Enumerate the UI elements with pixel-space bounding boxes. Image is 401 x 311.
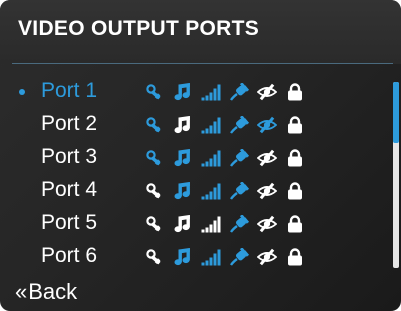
power-plug-icon xyxy=(229,83,249,101)
power-plug-icon xyxy=(229,149,249,167)
eye-slash-icon xyxy=(257,83,277,101)
eye-slash-icon xyxy=(257,215,277,233)
video-output-ports-panel: VIDEO OUTPUT PORTS Port 1 Port 2 Port 3 Por… xyxy=(0,0,401,311)
port-row[interactable]: Port 4 xyxy=(0,177,385,205)
port-row[interactable]: Port 2 xyxy=(0,111,385,139)
port-label: Port 3 xyxy=(41,145,98,168)
power-plug-icon xyxy=(229,248,249,266)
port-status-icons xyxy=(145,248,313,266)
signal-bars-icon xyxy=(201,149,221,167)
eye-slash-icon xyxy=(257,149,277,167)
key-icon xyxy=(145,116,165,134)
eye-slash-icon xyxy=(257,116,277,134)
back-button[interactable]: « Back xyxy=(15,279,77,305)
port-label: Port 4 xyxy=(41,178,98,201)
music-note-icon xyxy=(173,116,193,134)
music-note-icon xyxy=(173,149,193,167)
port-status-icons xyxy=(145,83,313,101)
port-row[interactable]: Port 1 xyxy=(0,78,385,106)
signal-bars-icon xyxy=(201,248,221,266)
port-status-icons xyxy=(145,182,313,200)
lock-icon xyxy=(285,248,305,266)
eye-slash-icon xyxy=(257,248,277,266)
lock-icon xyxy=(285,149,305,167)
music-note-icon xyxy=(173,83,193,101)
title-divider xyxy=(12,63,393,64)
port-row[interactable]: Port 5 xyxy=(0,210,385,238)
eye-slash-icon xyxy=(257,182,277,200)
key-icon xyxy=(145,182,165,200)
lock-icon xyxy=(285,215,305,233)
port-label: Port 5 xyxy=(41,211,98,234)
signal-bars-icon xyxy=(201,182,221,200)
signal-bars-icon xyxy=(201,116,221,134)
lock-icon xyxy=(285,116,305,134)
title-bar: VIDEO OUTPUT PORTS xyxy=(0,0,401,64)
port-status-icons xyxy=(145,149,313,167)
music-note-icon xyxy=(173,182,193,200)
key-icon xyxy=(145,83,165,101)
port-list: Port 1 Port 2 Port 3 Port 4 Port 5 Port 6 xyxy=(0,78,385,276)
power-plug-icon xyxy=(229,182,249,200)
port-status-icons xyxy=(145,116,313,134)
music-note-icon xyxy=(173,248,193,266)
port-status-icons xyxy=(145,215,313,233)
power-plug-icon xyxy=(229,215,249,233)
lock-icon xyxy=(285,83,305,101)
back-label: Back xyxy=(28,279,78,304)
selection-bullet-icon xyxy=(19,89,25,95)
port-label: Port 6 xyxy=(41,244,98,267)
signal-bars-icon xyxy=(201,215,221,233)
port-row[interactable]: Port 6 xyxy=(0,243,385,271)
key-icon xyxy=(145,248,165,266)
key-icon xyxy=(145,149,165,167)
port-row[interactable]: Port 3 xyxy=(0,144,385,172)
scrollbar-thumb[interactable] xyxy=(393,82,399,144)
lock-icon xyxy=(285,182,305,200)
page-title: VIDEO OUTPUT PORTS xyxy=(18,17,260,40)
port-label: Port 2 xyxy=(41,112,98,135)
port-label: Port 1 xyxy=(41,79,98,102)
key-icon xyxy=(145,215,165,233)
music-note-icon xyxy=(173,215,193,233)
scrollbar[interactable] xyxy=(393,82,399,268)
power-plug-icon xyxy=(229,116,249,134)
double-chevron-left-icon: « xyxy=(15,279,27,304)
signal-bars-icon xyxy=(201,83,221,101)
